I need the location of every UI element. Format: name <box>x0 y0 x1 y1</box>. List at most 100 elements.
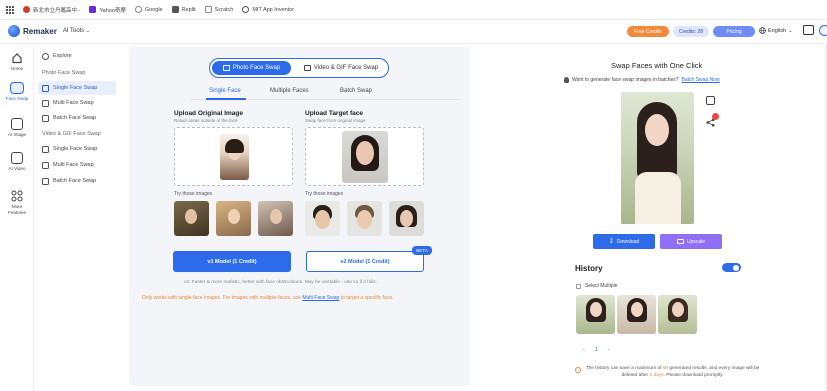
sample-target-3[interactable] <box>389 201 424 236</box>
google-icon <box>134 6 142 13</box>
sample-face <box>270 209 282 224</box>
brand-name: Remaker <box>23 26 57 36</box>
bookmark-yahoo[interactable]: Yahoo奇摩 <box>89 6 126 14</box>
tab-label: Photo Face Swap <box>232 65 281 71</box>
model-note: v2: Faster & more realistic, better with… <box>184 280 378 285</box>
subnav-label: Single Face Swap <box>53 85 98 91</box>
chevron-down-icon: ⌄ <box>85 28 90 34</box>
brand-logo[interactable]: Remaker AI Tools ⌄ <box>8 25 90 37</box>
share-notification-badge-icon <box>712 113 719 120</box>
app-header: Remaker AI Tools ⌄ Free Credits Credits:… <box>0 20 827 44</box>
school-bookmark-icon <box>23 6 30 13</box>
sample-original-2[interactable] <box>216 201 251 236</box>
ai-tools-dropdown[interactable]: AI Tools ⌄ <box>63 28 90 34</box>
bulb-icon <box>564 77 569 83</box>
tab-photo-face-swap[interactable]: Photo Face Swap <box>212 61 291 75</box>
subnav-group-label: Photo Face Swap <box>42 70 86 76</box>
bookmark-scratch[interactable]: Scratch <box>204 6 233 13</box>
warning-text: Only works with single-face images. For … <box>142 295 303 301</box>
rail-item-ai-image[interactable]: AI Image <box>0 118 34 137</box>
batch-face-icon <box>42 114 49 122</box>
subnav-photo-single[interactable]: Single Face Swap <box>38 81 116 95</box>
credits-badge: Credits: 28 <box>673 26 709 37</box>
download-button[interactable]: ↧ Download <box>593 234 655 249</box>
upscale-button[interactable]: Upscale <box>660 234 722 249</box>
apps-grid-icon[interactable] <box>6 5 14 14</box>
language-label: English <box>768 27 787 34</box>
upload-target-dropzone[interactable] <box>305 127 424 186</box>
subnav-video-batch[interactable]: Batch Face Swap <box>38 174 116 188</box>
multi-face-icon <box>42 99 49 107</box>
batch-prompt: Want to generate face swap images in bat… <box>564 77 720 83</box>
upscale-icon <box>676 239 684 244</box>
subnav-photo-batch[interactable]: Batch Face Swap <box>38 111 116 125</box>
sample-original-1[interactable] <box>174 201 209 236</box>
history-item[interactable] <box>576 295 615 334</box>
v1-model-button[interactable]: v1 Model (1 Credit) <box>173 251 291 272</box>
subtab-single-face[interactable]: Single Face <box>209 88 241 94</box>
history-item[interactable] <box>617 295 656 334</box>
select-multiple[interactable]: Select Multiple <box>576 283 618 289</box>
result-title: Swap Faces with One Click <box>611 61 703 70</box>
bookmark-google[interactable]: Google <box>134 6 163 13</box>
current-page[interactable]: 1 <box>595 347 598 353</box>
subnav-video-single[interactable]: Single Face Swap <box>38 142 116 156</box>
sample-target-1[interactable] <box>305 201 340 236</box>
subtab-multiple-faces[interactable]: Multiple Faces <box>270 88 309 94</box>
remaker-logo-icon <box>8 25 20 37</box>
history-pagination: ‹ 1 › <box>583 347 610 353</box>
history-item[interactable] <box>658 295 697 334</box>
download-label: Download <box>616 238 640 245</box>
warning-text-end: to target a specific face. <box>339 295 394 301</box>
compare-icon[interactable] <box>706 96 715 105</box>
video-icon <box>303 65 311 71</box>
note-part: . Please download promptly. <box>663 372 724 378</box>
multi-video-icon <box>42 161 49 169</box>
next-page-icon[interactable]: › <box>608 347 610 353</box>
rail-label: AI Image <box>7 132 26 137</box>
result-image <box>621 92 694 224</box>
subnav-video-multi[interactable]: Multi Face Swap <box>38 158 116 172</box>
bookmark-school[interactable]: 新北市立丹鳳高中 - <box>23 6 80 14</box>
toggle-knob <box>733 264 739 271</box>
sample-face <box>400 210 413 227</box>
rail-item-ai-video[interactable]: AI Video <box>0 152 34 171</box>
batch-prompt-text: Want to generate face swap images in bat… <box>572 77 679 83</box>
subnav-photo-multi[interactable]: Multi Face Swap <box>38 96 116 110</box>
batch-swap-now-link[interactable]: Batch Swap Now <box>682 77 720 83</box>
v2-model-button[interactable]: v2 Model (1 Credit) <box>306 251 424 272</box>
bookmark-replit[interactable]: Replit <box>171 6 196 13</box>
beta-badge: BETA <box>412 246 432 255</box>
multi-face-swap-link[interactable]: Multi Face Swap <box>302 295 339 301</box>
upload-target-subtitle: Swap face from original image <box>305 118 366 123</box>
compass-icon <box>42 52 49 60</box>
subnav-label: Batch Face Swap <box>53 178 97 184</box>
pricing-button[interactable]: Pricing <box>713 26 755 37</box>
history-toggle[interactable] <box>722 263 741 272</box>
rail-label: More Features <box>8 204 26 215</box>
prev-page-icon[interactable]: ‹ <box>583 347 585 353</box>
bookmark-mit[interactable]: MIT App Inventor <box>242 6 294 13</box>
select-multiple-checkbox[interactable] <box>576 283 581 289</box>
upload-original-dropzone[interactable] <box>174 127 293 186</box>
free-credits-label: Free Credits <box>634 28 662 35</box>
tab-video-gif-face-swap[interactable]: Video & GIF Face Swap <box>296 61 386 75</box>
upload-target-title: Upload Target face <box>305 110 364 117</box>
history-face <box>672 302 684 317</box>
free-credits-button[interactable]: Free Credits <box>627 26 669 37</box>
rail-item-face-swap[interactable]: Face Swap <box>0 82 34 101</box>
sample-face <box>357 210 372 229</box>
sample-original-3[interactable] <box>258 201 293 236</box>
sample-target-2[interactable] <box>347 201 382 236</box>
note-part: The history can save a maximum of <box>585 366 663 371</box>
language-selector[interactable]: English ⌄ <box>759 27 793 34</box>
rail-item-home[interactable]: Home <box>0 52 34 71</box>
yahoo-icon <box>89 6 97 13</box>
avatar[interactable] <box>819 25 827 36</box>
feedback-icon[interactable] <box>803 25 814 35</box>
original-preview-image <box>220 134 249 180</box>
single-face-warning: Only works with single-face images. For … <box>142 295 394 301</box>
subnav-explore[interactable]: Explore <box>38 49 116 63</box>
rail-item-more[interactable]: More Features <box>0 190 34 215</box>
subtab-batch-swap[interactable]: Batch Swap <box>340 88 372 94</box>
